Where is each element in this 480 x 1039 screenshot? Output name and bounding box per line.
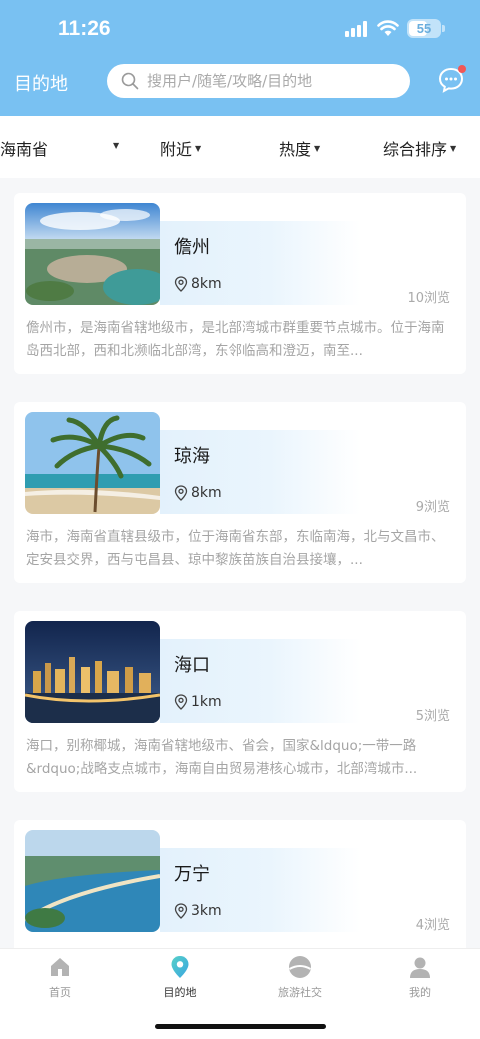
header-bar: 11:26 55 目的地 [0,0,480,116]
distance-value: 1km [191,694,222,710]
filter-province[interactable]: 海南省 [0,136,48,160]
filter-popularity[interactable]: 热度 ▼ [279,136,320,160]
filter-nearby[interactable]: 附近 ▼ [160,136,201,160]
page-title: 目的地 [14,74,68,95]
destination-description: 儋州市，是海南省辖地级市，是北部湾城市群重要节点城市。位于海南岛西北部，西和北濒… [26,320,445,359]
filter-bar: 海南省 ▼ 附近 ▼ 热度 ▼ 综合排序 ▼ [0,116,480,178]
caret-down-icon: ▼ [450,143,457,153]
home-icon [51,958,69,976]
destination-name: 万宁 [174,864,210,885]
location-pin-icon [174,485,188,501]
view-count: 5浏览 [415,709,450,724]
message-button[interactable] [437,65,466,94]
destination-card[interactable]: 琼海 8km 9浏览 海市，海南省直辖县级市，位于海南省东部，东临南海，北与文昌… [14,402,466,583]
battery-icon: 55 [407,19,445,38]
caret-down-icon: ▼ [195,143,202,153]
home-indicator [155,1024,326,1029]
destination-card[interactable]: 万宁 3km 4浏览 [14,820,466,948]
search-input[interactable] [147,64,397,98]
battery-level: 55 [416,21,432,36]
filter-sort[interactable]: 综合排序 ▼ [383,136,456,160]
location-pin-icon [174,276,188,292]
wifi-icon [377,20,399,36]
destination-photo [25,203,160,305]
destination-name: 琼海 [174,446,210,467]
unread-badge [458,65,466,73]
tab-social[interactable]: 旅游社交 [260,955,340,1000]
filter-province-caret-icon: ▼ [113,141,120,150]
distance-value: 8km [191,276,222,292]
distance: 1km [174,694,222,710]
tab-destination-label: 目的地 [163,986,197,999]
filter-nearby-label: 附近 [160,140,193,159]
cellular-signal-icon [345,21,367,37]
destination-name: 儋州 [174,237,210,258]
tab-profile-label: 我的 [409,986,431,999]
location-pin-icon [174,903,188,919]
destination-photo [25,412,160,514]
search-icon [121,72,139,90]
destination-description: 海口，别称椰城，海南省辖地级市、省会，国家&ldquo;一带一路&rdquo;战… [26,738,418,777]
tab-profile[interactable]: 我的 [380,955,460,1000]
destination-card[interactable]: 儋州 8km 10浏览 儋州市，是海南省辖地级市，是北部湾城市群重要节点城市。位… [14,193,466,374]
filter-popularity-label: 热度 [279,140,312,159]
planet-icon [289,956,311,978]
view-count: 10浏览 [407,291,450,306]
status-bar: 11:26 55 [0,14,480,44]
distance: 8km [174,276,222,292]
tab-home[interactable]: 首页 [20,955,100,1000]
distance-value: 3km [191,903,222,919]
tab-social-label: 旅游社交 [278,986,322,999]
status-time: 11:26 [58,17,111,40]
view-count: 4浏览 [415,918,450,933]
filter-sort-label: 综合排序 [383,140,448,159]
destination-photo [25,830,160,932]
caret-down-icon: ▼ [314,143,321,153]
search-box[interactable] [107,64,410,98]
destination-list: 儋州 8km 10浏览 儋州市，是海南省辖地级市，是北部湾城市群重要节点城市。位… [0,178,480,948]
tab-destination[interactable]: 目的地 [140,955,220,1000]
destination-description: 海市，海南省直辖县级市，位于海南省东部，东临南海，北与文昌市、定安县交界，西与屯… [26,529,445,568]
destination-photo [25,621,160,723]
destination-card[interactable]: 海口 1km 5浏览 海口，别称椰城，海南省辖地级市、省会，国家&ldquo;一… [14,611,466,792]
distance-value: 8km [191,485,222,501]
tab-home-label: 首页 [49,986,71,999]
distance: 3km [174,903,222,919]
destination-name: 海口 [174,655,210,676]
user-icon [410,957,430,978]
location-pin-icon [171,956,189,978]
location-pin-icon [174,694,188,710]
view-count: 9浏览 [415,500,450,515]
distance: 8km [174,485,222,501]
filter-province-label: 海南省 [0,140,49,159]
